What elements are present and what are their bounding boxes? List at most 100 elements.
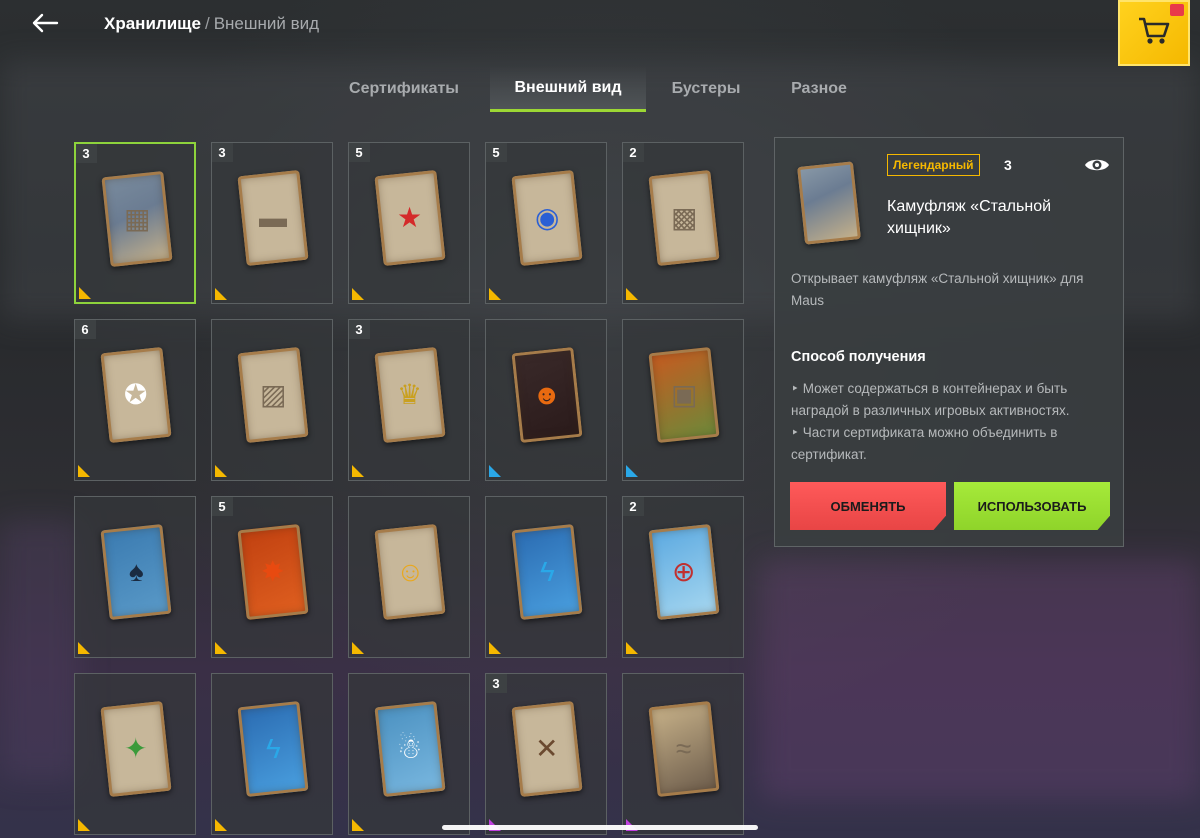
item-card-image: ♠ bbox=[100, 524, 172, 620]
acquire-title: Способ получения bbox=[791, 349, 926, 365]
item-count-badge: 5 bbox=[349, 143, 370, 162]
grid-item[interactable]: ▣ bbox=[622, 319, 744, 481]
item-card-image: ▨ bbox=[237, 347, 309, 443]
breadcrumb-root[interactable]: Хранилище bbox=[104, 14, 201, 33]
arrow-left-icon bbox=[31, 13, 59, 38]
grid-item[interactable]: ▨ bbox=[211, 319, 333, 481]
rarity-corner-marker bbox=[215, 465, 227, 477]
acquire-list: Может содержаться в контейнерах и быть н… bbox=[791, 378, 1121, 466]
item-description: Открывает камуфляж «Стальной хищник» для… bbox=[791, 271, 1084, 308]
grid-item[interactable]: ≈ bbox=[622, 673, 744, 835]
item-card-image: ✕ bbox=[511, 701, 583, 797]
grid-item[interactable]: ◉ 5 bbox=[485, 142, 607, 304]
item-card-image: ▩ bbox=[648, 170, 720, 266]
gift-icon bbox=[1170, 4, 1184, 16]
item-count-badge: 2 bbox=[623, 497, 644, 516]
detail-panel: Легендарный 3 Камуфляж «Стальной хищник»… bbox=[774, 137, 1124, 547]
grid-item[interactable]: ♠ bbox=[74, 496, 196, 658]
shop-button[interactable] bbox=[1118, 0, 1190, 66]
background-blur bbox=[760, 560, 1200, 800]
item-count-badge: 3 bbox=[76, 144, 97, 163]
tab-misc[interactable]: Разное bbox=[776, 66, 862, 112]
back-button[interactable] bbox=[22, 8, 68, 42]
item-card-image: ▣ bbox=[648, 347, 720, 443]
rarity-corner-marker bbox=[489, 288, 501, 300]
rarity-corner-marker bbox=[626, 642, 638, 654]
grid-item[interactable]: ☻ bbox=[485, 319, 607, 481]
item-count: 3 bbox=[1004, 157, 1012, 173]
grid-item[interactable]: ★ 5 bbox=[348, 142, 470, 304]
item-card-image: ϟ bbox=[511, 524, 583, 620]
item-card-image: ▬ bbox=[237, 170, 309, 266]
grid-item[interactable]: ▦ 3 bbox=[74, 142, 196, 304]
list-item: Части сертификата можно объединить в сер… bbox=[791, 422, 1121, 466]
item-count-badge: 3 bbox=[349, 320, 370, 339]
grid-item[interactable]: ▬ 3 bbox=[211, 142, 333, 304]
item-card-image: ▦ bbox=[101, 171, 173, 267]
breadcrumb: Хранилище / Внешний вид bbox=[104, 14, 319, 34]
home-indicator[interactable] bbox=[442, 825, 758, 830]
item-count-badge: 3 bbox=[486, 674, 507, 693]
white-star-icon: ✪ bbox=[124, 379, 148, 410]
tank-art-icon: ▣ bbox=[670, 379, 698, 410]
firework-icon: ✸ bbox=[261, 556, 285, 587]
background-blur bbox=[0, 520, 80, 780]
rarity-corner-marker bbox=[352, 819, 364, 831]
item-count-badge: 5 bbox=[486, 143, 507, 162]
gatling-turret-icon: ⊕ bbox=[672, 556, 696, 587]
red-star-icon: ★ bbox=[397, 202, 423, 234]
grid-item[interactable]: ✪ 6 bbox=[74, 319, 196, 481]
item-card-image: ✦ bbox=[100, 701, 172, 797]
smiley-sunglasses-icon: ☺ bbox=[395, 556, 425, 587]
rarity-corner-marker bbox=[489, 465, 501, 477]
grid-item[interactable]: ♛ 3 bbox=[348, 319, 470, 481]
cart-icon bbox=[1137, 16, 1171, 51]
rarity-corner-marker bbox=[215, 642, 227, 654]
rarity-corner-marker bbox=[352, 642, 364, 654]
rarity-corner-marker bbox=[215, 288, 227, 300]
tab-certificates[interactable]: Сертификаты bbox=[334, 66, 474, 112]
grid-item[interactable]: ϟ bbox=[211, 673, 333, 835]
item-card-image: ⊕ bbox=[648, 524, 720, 620]
rarity-corner-marker bbox=[626, 465, 638, 477]
electric-turret-icon: ϟ bbox=[265, 733, 281, 765]
eagle-emblem-icon: ♛ bbox=[397, 379, 423, 411]
exchange-button[interactable]: ОБМЕНЯТЬ bbox=[790, 482, 946, 530]
pumpkin-icon: ☻ bbox=[532, 379, 562, 410]
item-card-image: ϟ bbox=[237, 701, 309, 797]
grid-item[interactable]: ✸ 5 bbox=[211, 496, 333, 658]
item-card-image: ☃ bbox=[374, 701, 446, 797]
list-item: Может содержаться в контейнерах и быть н… bbox=[791, 378, 1121, 422]
rarity-corner-marker bbox=[215, 819, 227, 831]
tab-boosters[interactable]: Бустеры bbox=[660, 66, 752, 112]
grid-item[interactable]: ✕ 3 bbox=[485, 673, 607, 835]
grid-item[interactable]: ⊕ 2 bbox=[622, 496, 744, 658]
rarity-corner-marker bbox=[78, 819, 90, 831]
item-count-badge: 5 bbox=[212, 497, 233, 516]
box-star-icon: ✦ bbox=[124, 733, 148, 764]
item-card-image: ◉ bbox=[511, 170, 583, 266]
lightning-turret-icon: ϟ bbox=[539, 556, 555, 588]
flag-decal-icon: ▬ bbox=[259, 202, 287, 233]
rarity-corner-marker bbox=[489, 642, 501, 654]
use-button[interactable]: ИСПОЛЬЗОВАТЬ bbox=[954, 482, 1110, 530]
rarity-corner-marker bbox=[352, 288, 364, 300]
rarity-corner-marker bbox=[352, 465, 364, 477]
eye-icon[interactable] bbox=[1083, 154, 1111, 176]
item-card-image: ✸ bbox=[237, 524, 309, 620]
wave-pattern-icon: ≈ bbox=[676, 733, 692, 764]
item-count-badge: 3 bbox=[212, 143, 233, 162]
grid-item[interactable]: ☺ bbox=[348, 496, 470, 658]
grid-item[interactable]: ϟ bbox=[485, 496, 607, 658]
bat-icon: ♠ bbox=[128, 556, 144, 587]
tab-appearance[interactable]: Внешний вид bbox=[490, 66, 646, 112]
rarity-corner-marker bbox=[78, 642, 90, 654]
rarity-badge: Легендарный bbox=[887, 154, 980, 176]
grid-item[interactable]: ▩ 2 bbox=[622, 142, 744, 304]
snowman-icon: ☃ bbox=[397, 733, 423, 765]
item-card-image: ☺ bbox=[374, 524, 446, 620]
grid-item[interactable]: ✦ bbox=[74, 673, 196, 835]
grid-item[interactable]: ☃ bbox=[348, 673, 470, 835]
breadcrumb-separator: / bbox=[204, 14, 210, 33]
item-preview-image bbox=[797, 161, 861, 245]
